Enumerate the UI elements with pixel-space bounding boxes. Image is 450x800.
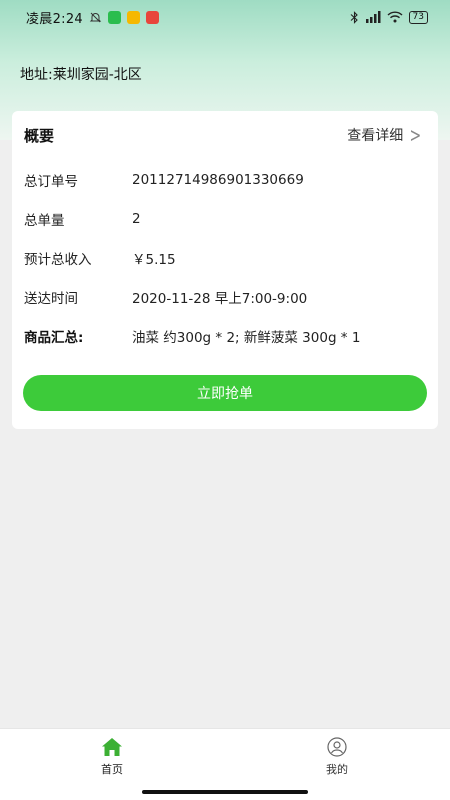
- goods-summary-row: 商品汇总: 油菜 约300g * 2; 新鲜菠菜 300g * 1: [24, 317, 426, 355]
- status-time: 凌晨2:24: [26, 11, 83, 27]
- tab-mine[interactable]: 我的: [292, 737, 382, 787]
- tab-home[interactable]: 首页: [67, 737, 157, 787]
- chevron-right-icon: >: [409, 123, 422, 147]
- order-number-label: 总订单号: [24, 174, 78, 190]
- estimated-income-row: 预计总收入 ￥5.15: [24, 239, 426, 277]
- home-indicator: [142, 790, 308, 794]
- wifi-icon: [387, 11, 403, 23]
- delivery-time-label: 送达时间: [24, 291, 78, 307]
- status-bar-right: 73: [350, 10, 428, 24]
- delivery-time-value: 2020-11-28 早上7:00-9:00: [132, 291, 308, 307]
- app-notification-icon: [146, 10, 159, 24]
- goods-summary-label: 商品汇总:: [24, 330, 84, 346]
- bell-off-icon: [89, 12, 102, 22]
- grab-order-button[interactable]: 立即抢单: [23, 375, 427, 411]
- tab-home-label: 首页: [101, 763, 123, 776]
- summary-title: 概要: [24, 126, 55, 145]
- signal-icon: [365, 11, 381, 23]
- user-circle-icon: [327, 737, 347, 757]
- goods-summary-value: 油菜 约300g * 2; 新鲜菠菜 300g * 1: [132, 330, 361, 346]
- view-details-link[interactable]: 查看详细 >: [347, 125, 424, 145]
- order-summary-card: 概要 查看详细 > 总订单号 20112714986901330669 总单量 …: [12, 111, 438, 429]
- delivery-time-row: 送达时间 2020-11-28 早上7:00-9:00: [24, 278, 426, 316]
- home-icon: [102, 738, 122, 756]
- estimated-income-value: ￥5.15: [132, 252, 176, 268]
- status-bar: 凌晨2:24 73: [0, 0, 450, 34]
- status-bar-left: 凌晨2:24: [26, 8, 159, 27]
- delivery-address: 地址:莱圳家园-北区: [20, 67, 142, 83]
- order-count-row: 总单量 2: [24, 200, 426, 238]
- estimated-income-label: 预计总收入: [24, 252, 92, 268]
- order-number-value: 20112714986901330669: [132, 172, 304, 188]
- card-header: 概要 查看详细 >: [12, 111, 438, 159]
- order-number-row: 总订单号 20112714986901330669: [24, 161, 426, 199]
- order-count-label: 总单量: [24, 213, 65, 229]
- message-icon: [127, 10, 140, 24]
- battery-icon: 73: [408, 10, 428, 24]
- order-count-value: 2: [132, 211, 141, 227]
- bluetooth-icon: [350, 10, 358, 24]
- tab-mine-label: 我的: [326, 763, 348, 776]
- wechat-icon: [108, 10, 121, 24]
- view-details-label: 查看详细: [347, 128, 404, 144]
